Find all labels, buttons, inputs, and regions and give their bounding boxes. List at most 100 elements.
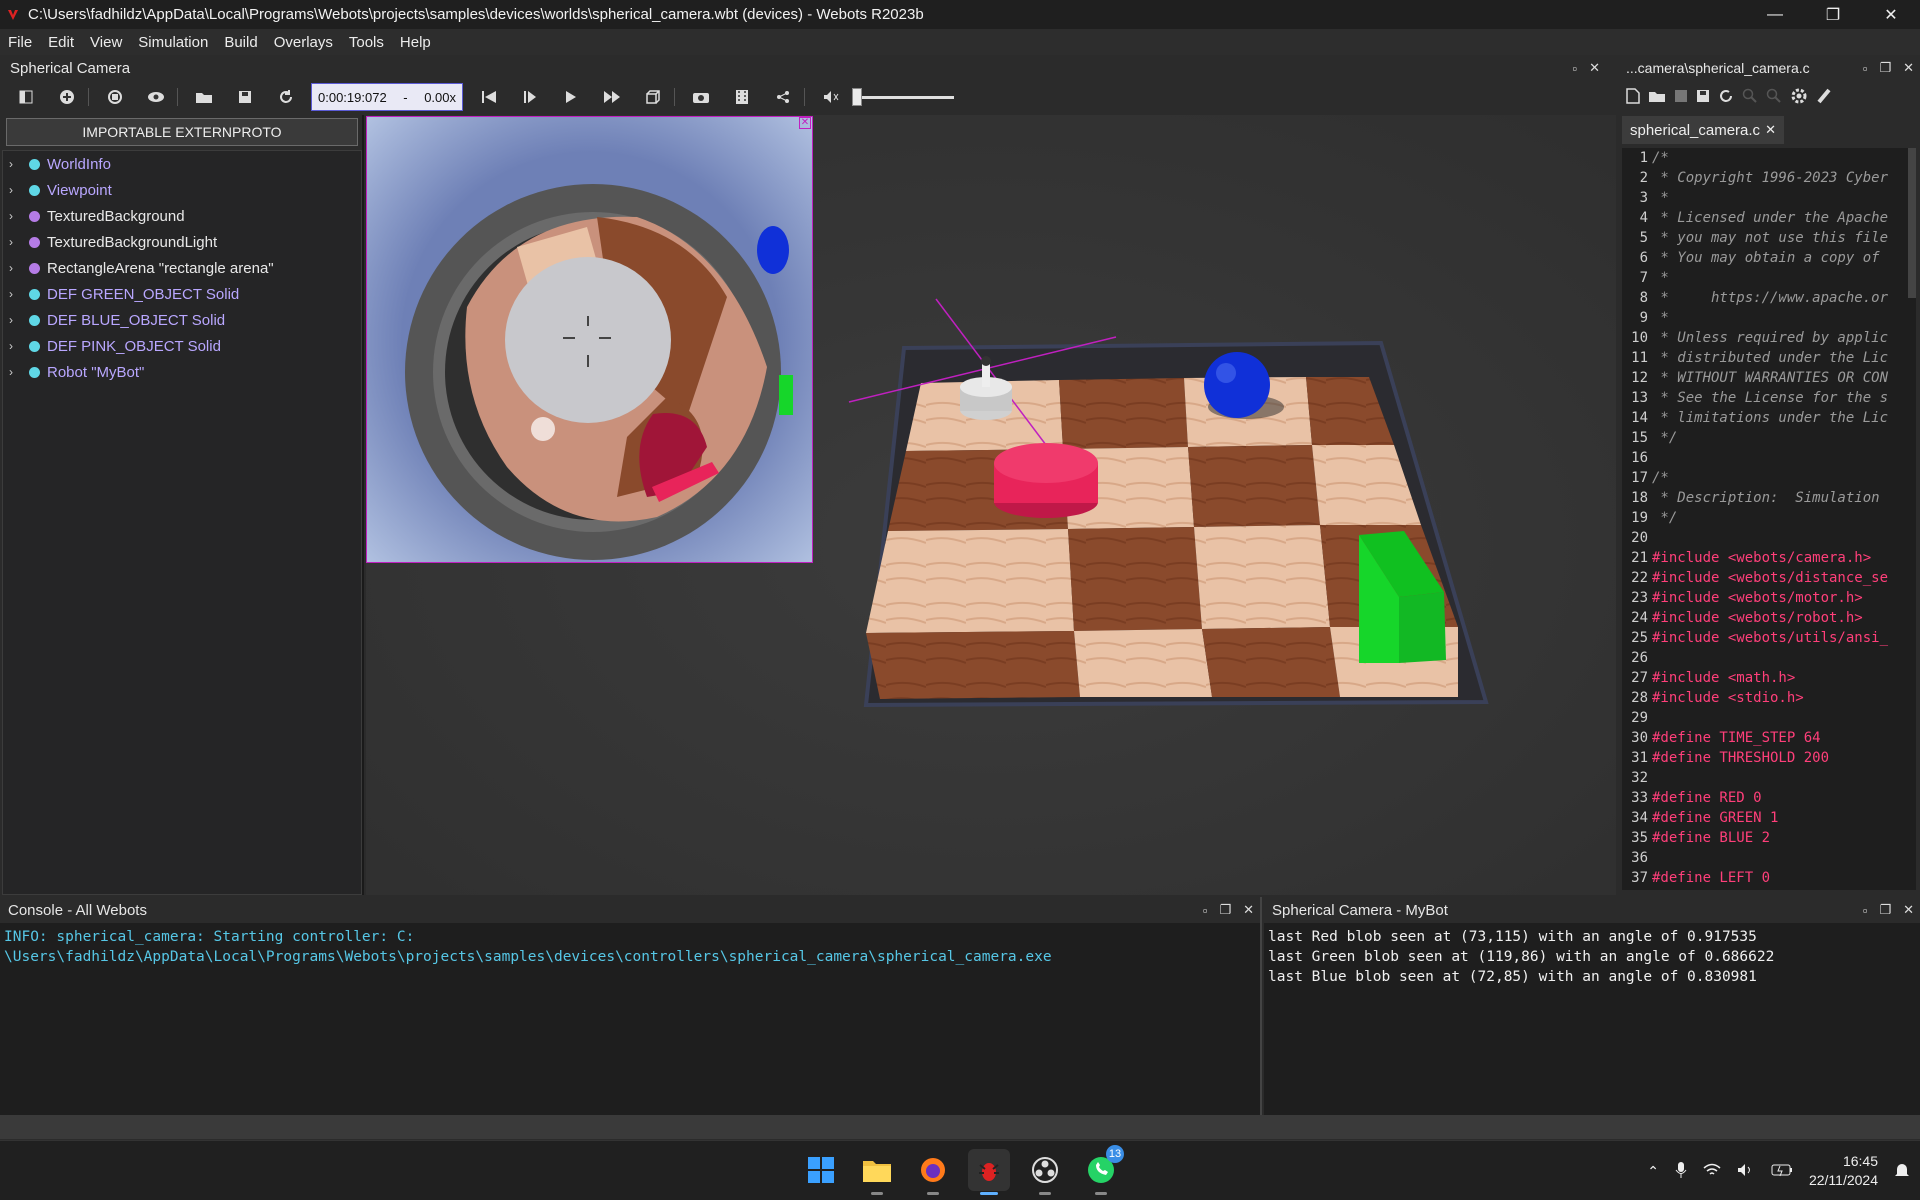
revert-file-icon[interactable] xyxy=(1718,88,1734,107)
menu-simulation[interactable]: Simulation xyxy=(130,34,216,51)
obs-button[interactable] xyxy=(1024,1149,1066,1195)
maximize-icon[interactable]: ❐ xyxy=(1879,60,1891,76)
chevron-right-icon[interactable]: › xyxy=(9,209,21,223)
line-number: 11 xyxy=(1631,350,1648,366)
scene-tree-node[interactable]: › DEF GREEN_OBJECT Solid xyxy=(3,281,361,307)
view-cube-icon[interactable] xyxy=(638,82,668,112)
scene-tree-node[interactable]: › WorldInfo xyxy=(3,151,361,177)
volume-slider[interactable] xyxy=(852,87,954,106)
chevron-right-icon[interactable]: › xyxy=(9,339,21,353)
spherical-camera-overlay[interactable]: ✕ xyxy=(366,116,813,563)
close-icon[interactable]: ✕ xyxy=(1903,902,1914,918)
close-icon[interactable]: ✕ xyxy=(1903,60,1914,76)
minimize-button[interactable]: — xyxy=(1746,0,1804,29)
chevron-up-icon[interactable]: ⌃ xyxy=(1647,1163,1659,1180)
scene-tree-node[interactable]: › Viewpoint xyxy=(3,177,361,203)
volume-icon[interactable] xyxy=(1737,1163,1755,1180)
find-next-icon[interactable] xyxy=(1766,88,1782,107)
menu-overlays[interactable]: Overlays xyxy=(266,34,341,51)
find-icon[interactable] xyxy=(1742,88,1758,107)
reload-controller-icon[interactable] xyxy=(100,82,130,112)
start-button[interactable] xyxy=(800,1149,842,1191)
chevron-right-icon[interactable]: › xyxy=(9,157,21,171)
menu-file[interactable]: File xyxy=(0,34,40,51)
float-icon[interactable]: ▫ xyxy=(1203,903,1208,918)
chevron-right-icon[interactable]: › xyxy=(9,235,21,249)
menu-tools[interactable]: Tools xyxy=(341,34,392,51)
screenshot-camera-icon[interactable] xyxy=(686,82,716,112)
microphone-icon[interactable] xyxy=(1675,1161,1687,1182)
scene-tree-node[interactable]: › DEF BLUE_OBJECT Solid xyxy=(3,307,361,333)
menu-build[interactable]: Build xyxy=(216,34,265,51)
clock[interactable]: 16:45 22/11/2024 xyxy=(1809,1152,1878,1190)
step-icon[interactable] xyxy=(515,82,545,112)
whatsapp-button[interactable]: 13 xyxy=(1080,1145,1124,1195)
close-tab-icon[interactable]: ✕ xyxy=(1765,122,1776,138)
line-number: 10 xyxy=(1631,330,1648,346)
scene-tree-node[interactable]: › Robot "MyBot" xyxy=(3,359,361,385)
mute-icon[interactable] xyxy=(816,82,846,112)
menu-edit[interactable]: Edit xyxy=(40,34,82,51)
float-icon[interactable]: ▫ xyxy=(1863,61,1868,76)
robot-console-output[interactable]: last Red blob seen at (73,115) with an a… xyxy=(1264,923,1920,991)
code-text: * xyxy=(1652,190,1669,206)
menu-help[interactable]: Help xyxy=(392,34,439,51)
notification-bell-icon[interactable] xyxy=(1894,1161,1910,1182)
close-icon[interactable]: ✕ xyxy=(1589,60,1600,76)
webots-taskbar-button[interactable] xyxy=(968,1149,1010,1195)
save-world-icon[interactable] xyxy=(230,82,260,112)
new-file-icon[interactable] xyxy=(1626,87,1640,107)
restore-button[interactable]: ❐ xyxy=(1804,0,1862,29)
float-icon[interactable]: ▫ xyxy=(1863,903,1868,918)
editor-scrollbar[interactable] xyxy=(1908,148,1916,298)
pink-object[interactable] xyxy=(994,443,1098,518)
line-number: 15 xyxy=(1631,430,1648,446)
line-number: 24 xyxy=(1631,610,1648,626)
add-node-icon[interactable] xyxy=(52,82,82,112)
importable-externproto-button[interactable]: IMPORTABLE EXTERNPROTO xyxy=(6,118,358,146)
maximize-icon[interactable]: ❐ xyxy=(1219,902,1231,918)
console-output[interactable]: INFO: spherical_camera: Starting control… xyxy=(0,923,1260,971)
float-icon[interactable]: ▫ xyxy=(1572,61,1577,76)
chevron-right-icon[interactable]: › xyxy=(9,287,21,301)
open-world-icon[interactable] xyxy=(189,82,219,112)
code-area[interactable]: 1/* 2 * Copyright 1996-2023 Cyber 3 * 4 * L… xyxy=(1622,148,1916,890)
menu-view[interactable]: View xyxy=(82,34,130,51)
wifi-icon[interactable] xyxy=(1703,1163,1721,1180)
firefox-button[interactable] xyxy=(912,1149,954,1195)
close-overlay-icon[interactable]: ✕ xyxy=(799,117,811,129)
clean-icon[interactable] xyxy=(1816,88,1832,107)
running-indicator xyxy=(1039,1192,1051,1195)
eye-icon[interactable] xyxy=(141,82,171,112)
battery-icon[interactable] xyxy=(1771,1163,1793,1180)
play-icon[interactable] xyxy=(556,82,586,112)
maximize-icon[interactable]: ❐ xyxy=(1879,902,1891,918)
line-number: 27 xyxy=(1631,670,1648,686)
file-explorer-button[interactable] xyxy=(856,1149,898,1195)
scene-tree: › WorldInfo › Viewpoint › TexturedBackground ›… xyxy=(2,150,362,895)
code-line: 9 * xyxy=(1622,308,1916,328)
open-file-icon[interactable] xyxy=(1648,89,1666,106)
record-movie-icon[interactable] xyxy=(727,82,757,112)
reload-world-icon[interactable] xyxy=(271,82,301,112)
chevron-right-icon[interactable]: › xyxy=(9,183,21,197)
save-file-icon[interactable] xyxy=(1674,89,1688,106)
reset-simulation-icon[interactable] xyxy=(474,82,504,112)
share-icon[interactable] xyxy=(768,82,798,112)
volume-slider-knob[interactable] xyxy=(852,87,862,106)
close-icon[interactable]: ✕ xyxy=(1243,902,1254,918)
close-window-button[interactable]: ✕ xyxy=(1862,0,1920,29)
scene-tree-node[interactable]: › DEF PINK_OBJECT Solid xyxy=(3,333,361,359)
gear-icon[interactable] xyxy=(1790,87,1808,108)
chevron-right-icon[interactable]: › xyxy=(9,261,21,275)
scene-tree-node[interactable]: › TexturedBackgroundLight xyxy=(3,229,361,255)
scene-tree-node[interactable]: › RectangleArena "rectangle arena" xyxy=(3,255,361,281)
tab-spherical-camera-c[interactable]: spherical_camera.c ✕ xyxy=(1622,116,1784,144)
line-number: 16 xyxy=(1631,450,1648,466)
chevron-right-icon[interactable]: › xyxy=(9,313,21,327)
fast-forward-icon[interactable] xyxy=(597,82,627,112)
scene-tree-node[interactable]: › TexturedBackground xyxy=(3,203,361,229)
save-all-icon[interactable] xyxy=(1696,89,1710,106)
toggle-scene-tree-icon[interactable] xyxy=(11,82,41,112)
chevron-right-icon[interactable]: › xyxy=(9,365,21,379)
